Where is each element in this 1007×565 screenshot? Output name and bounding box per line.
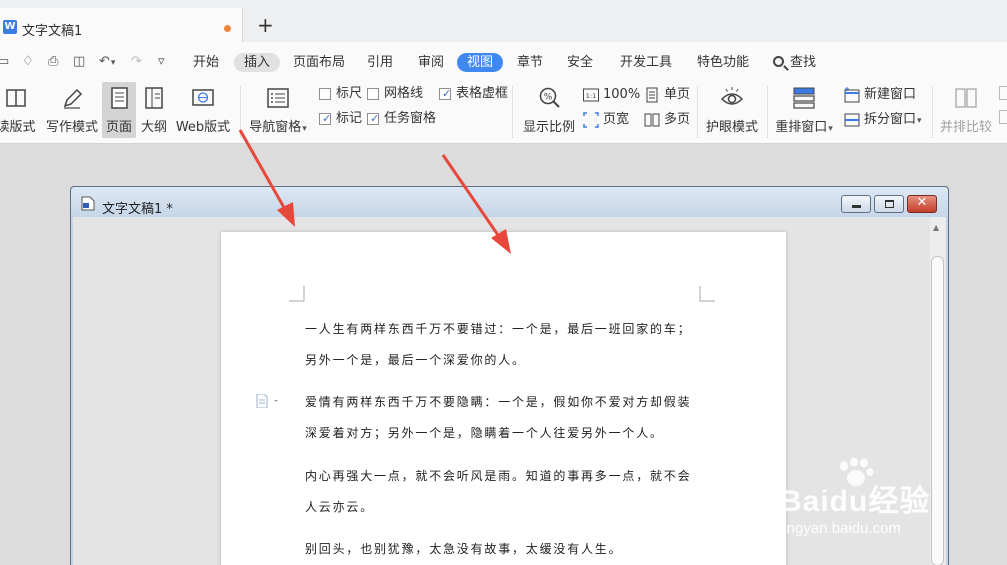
watermark-url: jingyan.baidu.com [780,520,901,537]
baidu-jingyan-watermark: Baidu经验 jingyan.baidu.com [780,458,985,548]
arrow-1 [238,129,295,227]
watermark-brand: Baidu经验 [780,485,931,518]
arrow-2 [441,154,511,254]
